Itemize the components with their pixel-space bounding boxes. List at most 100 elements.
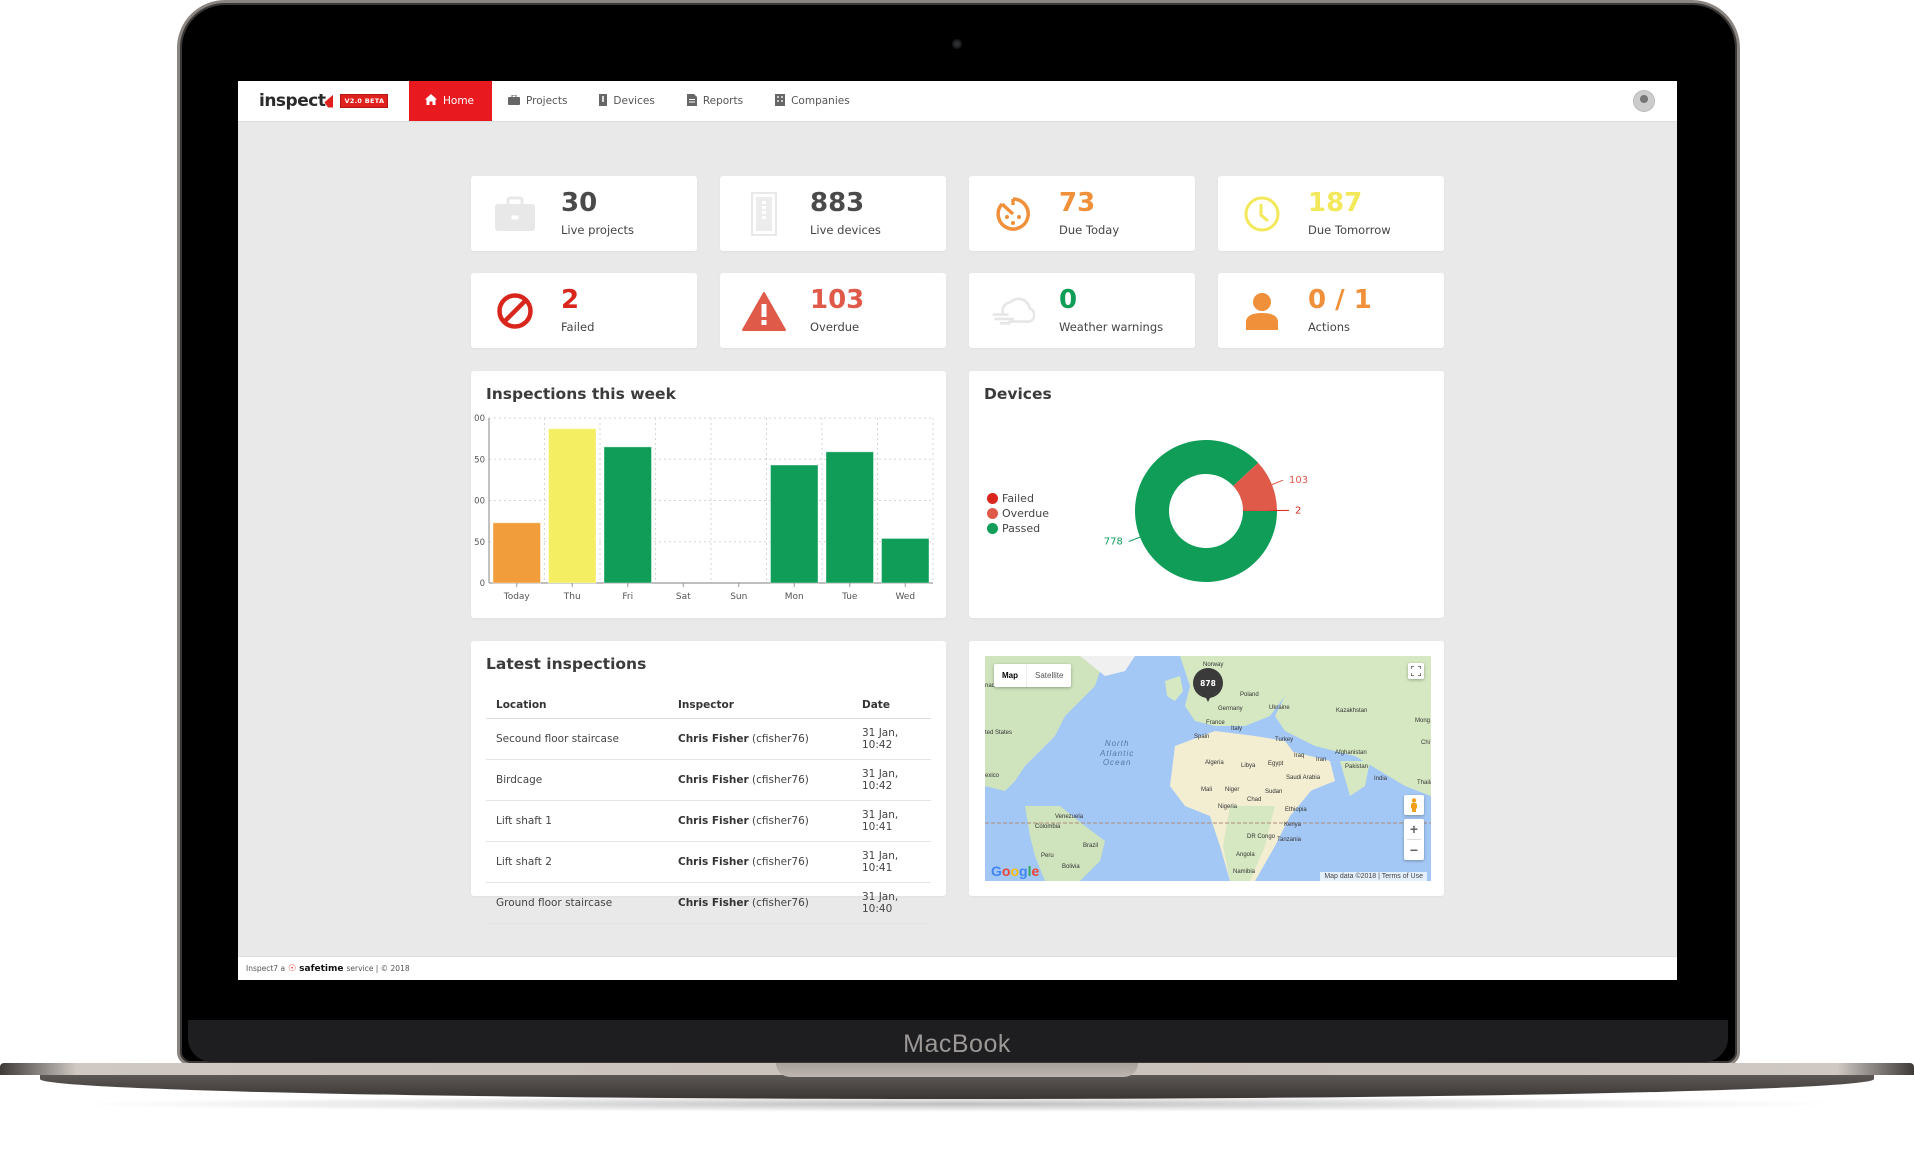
navbar: inspect V2.0 BETA Home Projects Devices … — [238, 81, 1677, 122]
cell-date: 31 Jan, 10:41 — [852, 841, 931, 883]
stat-value: 73 — [1059, 188, 1096, 218]
bar-tue — [825, 451, 874, 584]
stat-label: Due Tomorrow — [1308, 223, 1391, 237]
map-cluster-marker[interactable]: 878 — [1193, 668, 1223, 704]
donut-leader-line — [1128, 536, 1141, 543]
table-row[interactable]: Lift shaft 2 Chris Fisher (cfisher76) 31 J… — [486, 841, 931, 883]
map-place-label: Turkey — [1275, 737, 1294, 743]
table-row[interactable]: Secound floor staircase Chris Fisher (cfi… — [486, 718, 931, 760]
x-tick-label: Fri — [622, 592, 633, 602]
column-header-location[interactable]: Location — [486, 691, 668, 719]
nav-item-projects[interactable]: Projects — [492, 81, 583, 121]
stat-value: 2 — [561, 285, 580, 315]
fullscreen-button[interactable] — [1408, 663, 1424, 679]
zoom-out-button[interactable]: − — [1410, 840, 1418, 860]
inspections-bar-chart: 0 50 00 50 00 Today Thu Fri Sat Sun Mon Tue Wed — [474, 414, 934, 602]
pegman-icon — [1411, 798, 1417, 812]
panel-title: Latest inspections — [486, 655, 647, 673]
timer-icon — [991, 192, 1035, 236]
map-place-label: Brazil — [1083, 843, 1099, 849]
table-row[interactable]: Ground floor staircase Chris Fisher (cfis… — [486, 882, 931, 924]
nav-item-companies[interactable]: Companies — [759, 81, 866, 121]
zoom-in-button[interactable]: + — [1410, 819, 1418, 839]
map-place-label: Egypt — [1268, 761, 1284, 767]
column-header-date[interactable]: Date — [852, 691, 931, 719]
ocean-label-line: Ocean — [1102, 758, 1132, 767]
logo[interactable]: inspect V2.0 BETA — [259, 91, 409, 111]
cell-inspector: Chris Fisher (cfisher76) — [668, 841, 852, 883]
table-row[interactable]: Birdcage Chris Fisher (cfisher76) 31 Jan, … — [486, 759, 931, 801]
inspector-name: Chris Fisher — [678, 733, 749, 745]
inspector-name: Chris Fisher — [678, 856, 749, 868]
map-place-label: Ukraine — [1269, 705, 1290, 711]
donut-data-label: 103 — [1289, 475, 1308, 486]
building-icon — [775, 93, 786, 109]
stat-value: 883 — [810, 188, 865, 218]
stat-card-live-projects[interactable]: 30 Live projects — [471, 176, 697, 251]
nav-item-home[interactable]: Home — [409, 81, 493, 121]
logo-mark-icon — [324, 94, 334, 108]
stat-value: 30 — [561, 188, 598, 218]
inspections-chart-panel: Inspections this week 0 50 00 50 00 Today Thu F… — [471, 371, 946, 618]
stat-card-weather-warnings[interactable]: 0 Weather warnings — [969, 273, 1195, 348]
map-place-label: Kazakhstan — [1336, 708, 1368, 714]
stat-card-actions[interactable]: 0 / 1 Actions — [1218, 273, 1444, 348]
map-place-label: Namibia — [1233, 869, 1256, 875]
map[interactable]: North Atlantic Ocean Norway Poland Germany… — [985, 656, 1431, 881]
map-place-label: Spain — [1194, 734, 1210, 740]
home-icon — [425, 94, 437, 108]
zoom-control: + − — [1404, 819, 1424, 860]
cell-inspector: Chris Fisher (cfisher76) — [668, 718, 852, 760]
logo-text: inspect — [259, 91, 326, 111]
briefcase-icon — [508, 94, 521, 108]
google-logo[interactable]: Google — [991, 863, 1039, 879]
footer: Inspect7 a ☉ safetime service | © 2018 — [238, 956, 1677, 980]
map-place-label: France — [1206, 720, 1225, 726]
map-place-label: Libya — [1241, 763, 1256, 769]
map-place-label: Iraq — [1294, 753, 1305, 759]
cell-inspector: Chris Fisher (cfisher76) — [668, 800, 852, 842]
map-place-label: Poland — [1240, 692, 1259, 698]
map-attribution[interactable]: Map data ©2018 | Terms of Use — [1320, 872, 1427, 881]
map-place-label: Germany — [1218, 706, 1243, 712]
map-type-satellite-button[interactable]: Satellite — [1026, 664, 1071, 687]
stat-label: Live devices — [810, 223, 881, 237]
y-tick-label: 50 — [474, 455, 485, 465]
user-avatar[interactable] — [1633, 90, 1655, 112]
inspector-username: (cfisher76) — [748, 815, 809, 827]
y-tick-label: 0 — [480, 579, 485, 589]
cell-location: Lift shaft 2 — [486, 841, 668, 883]
map-type-map-button[interactable]: Map — [994, 664, 1026, 687]
map-place-label: exico — [985, 773, 1000, 779]
map-place-label: Angola — [1236, 852, 1255, 858]
stat-card-live-devices[interactable]: 883 Live devices — [720, 176, 946, 251]
inspector-username: (cfisher76) — [748, 733, 809, 745]
cell-location: Ground floor staircase — [486, 882, 668, 924]
stat-label: Overdue — [810, 320, 860, 334]
table-row[interactable]: Lift shaft 1 Chris Fisher (cfisher76) 31 J… — [486, 800, 931, 842]
cell-date: 31 Jan, 10:42 — [852, 759, 931, 801]
stat-card-overdue[interactable]: 103 Overdue — [720, 273, 946, 348]
cell-location: Lift shaft 1 — [486, 800, 668, 842]
map-place-label: Nigeria — [1218, 804, 1238, 810]
nav-label: Projects — [526, 95, 568, 107]
stat-card-due-tomorrow[interactable]: 187 Due Tomorrow — [1218, 176, 1444, 251]
inspector-name: Chris Fisher — [678, 815, 749, 827]
donut-data-label: 2 — [1295, 505, 1301, 516]
nav-item-devices[interactable]: Devices — [583, 81, 670, 121]
devices-donut-chart: 2 103 778 — [1104, 439, 1308, 582]
map-place-label: Algeria — [1205, 760, 1224, 766]
ocean-label-line: Atlantic — [1100, 748, 1135, 758]
footer-brand[interactable]: safetime — [299, 964, 343, 974]
stat-card-due-today[interactable]: 73 Due Today — [969, 176, 1195, 251]
stat-card-failed[interactable]: 2 Failed — [471, 273, 697, 348]
nav-item-reports[interactable]: Reports — [671, 81, 759, 121]
street-view-button[interactable] — [1404, 795, 1424, 815]
device-panel-icon — [742, 192, 786, 236]
x-tick-label: Sun — [730, 592, 747, 602]
map-place-label: Mong — [1415, 718, 1431, 724]
column-header-inspector[interactable]: Inspector — [668, 691, 852, 719]
inspections-table: Location Inspector Date Secound floor st… — [486, 691, 931, 924]
x-tick-label: Today — [503, 592, 531, 602]
map-place-label: Thailan — [1417, 780, 1431, 786]
